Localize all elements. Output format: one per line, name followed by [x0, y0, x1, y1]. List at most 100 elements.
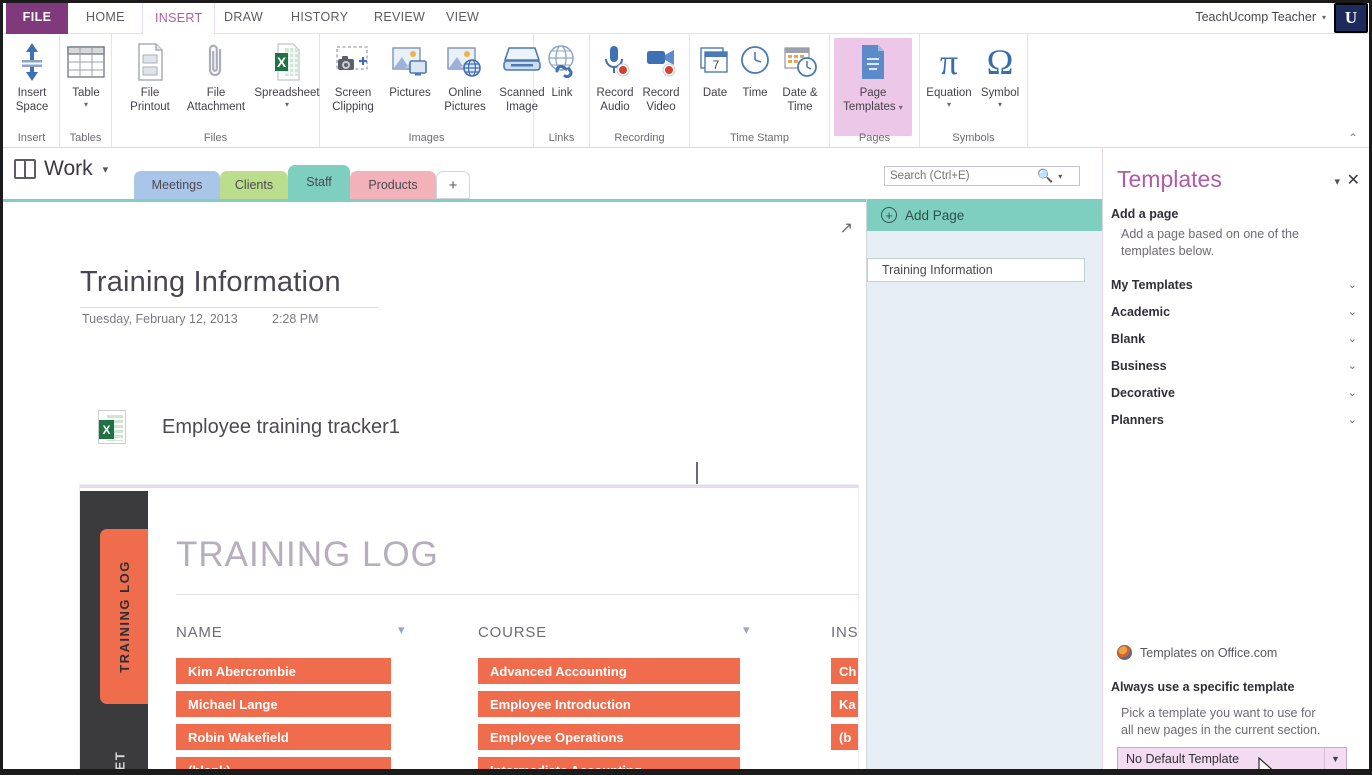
chevron-down-icon[interactable]: ▾: [947, 100, 951, 109]
ribbon-group-label-insert: Insert: [4, 132, 59, 144]
template-category-planners[interactable]: Planners ⌄: [1111, 406, 1357, 433]
table-label: Table: [72, 87, 100, 100]
date-button[interactable]: 7 Date: [694, 38, 736, 100]
template-category-my-templates[interactable]: My Templates ⌄: [1111, 271, 1357, 298]
section-tab-meetings[interactable]: Meetings: [134, 171, 220, 199]
table-cell: Kim Abercrombie: [176, 658, 391, 684]
search-input[interactable]: [885, 170, 1035, 182]
tab-file[interactable]: FILE: [6, 0, 68, 34]
close-icon[interactable]: ✕: [1347, 170, 1360, 190]
attachment-row[interactable]: X Employee training tracker1: [98, 410, 400, 444]
page-time[interactable]: 2:28 PM: [272, 312, 319, 326]
filter-icon[interactable]: ▾: [398, 622, 405, 638]
record-audio-label-1: Record: [596, 87, 633, 100]
date-and-time-label-2: Time: [787, 101, 812, 114]
user-avatar[interactable]: U: [1334, 3, 1368, 33]
search-box[interactable]: 🔍 ▾: [884, 166, 1080, 186]
date-and-time-label-1: Date &: [782, 87, 817, 100]
account-menu[interactable]: TeachUcomp Teacher ▾: [1195, 0, 1326, 34]
chevron-down-icon[interactable]: ▾: [1334, 175, 1340, 188]
chevron-down-icon[interactable]: ▾: [899, 103, 903, 112]
table-cell: Ka: [831, 691, 858, 717]
chevron-down-icon[interactable]: ▾: [84, 100, 88, 109]
equation-icon: π: [940, 38, 958, 86]
screen-clipping-label-2: Clipping: [332, 101, 374, 114]
template-category-label: Decorative: [1111, 386, 1175, 400]
chevron-down-icon[interactable]: ▾: [285, 100, 289, 109]
page-list-pane: + Add Page Training Information: [866, 199, 1102, 775]
chevron-down-icon: ⌄: [1348, 332, 1357, 345]
ribbon-group-files: File Printout File Attachment: [112, 34, 320, 148]
template-category-blank[interactable]: Blank ⌄: [1111, 325, 1357, 352]
ribbon-group-recording: Record Audio Record Video R: [590, 34, 690, 148]
template-category-decorative[interactable]: Decorative ⌄: [1111, 379, 1357, 406]
spreadsheet-title: TRAINING LOG: [176, 535, 439, 575]
tab-history[interactable]: HISTORY: [279, 0, 360, 34]
search-icon[interactable]: 🔍: [1037, 168, 1053, 184]
section-tab-products[interactable]: Products: [350, 171, 436, 199]
tab-view[interactable]: VIEW: [434, 0, 491, 34]
page-canvas[interactable]: ↗ Training Information Tuesday, February…: [0, 202, 866, 775]
tab-insert[interactable]: INSERT: [142, 0, 215, 35]
time-button[interactable]: Time: [734, 38, 776, 100]
online-pictures-label-1: Online: [448, 87, 481, 100]
tab-home[interactable]: HOME: [74, 0, 137, 34]
screen-clipping-button[interactable]: Screen Clipping: [324, 38, 382, 114]
equation-glyph: π: [940, 41, 958, 83]
record-audio-button[interactable]: Record Audio: [592, 38, 638, 114]
tab-review[interactable]: REVIEW: [362, 0, 437, 34]
notebook-name: Work: [44, 157, 93, 181]
section-tab-clients[interactable]: Clients: [220, 171, 288, 199]
page-date[interactable]: Tuesday, February 12, 2013: [82, 312, 238, 326]
table-icon: [66, 38, 106, 86]
add-page-button[interactable]: + Add Page: [867, 199, 1103, 231]
tab-draw[interactable]: DRAW: [212, 0, 275, 34]
link-button[interactable]: Link: [538, 38, 586, 100]
table-button[interactable]: Table ▾: [62, 38, 110, 109]
templates-on-office-link[interactable]: Templates on Office.com: [1117, 645, 1277, 660]
template-category-label: Blank: [1111, 332, 1145, 346]
file-attachment-icon: [204, 38, 228, 86]
section-tab-staff[interactable]: Staff: [288, 165, 350, 199]
attachment-label[interactable]: Employee training tracker1: [162, 416, 400, 439]
add-section-button[interactable]: +: [436, 171, 470, 199]
notebook-selector[interactable]: Work ▾: [14, 157, 108, 181]
record-video-button[interactable]: Record Video: [638, 38, 684, 114]
expand-arrow-icon[interactable]: ↗: [840, 218, 853, 238]
pictures-button[interactable]: Pictures: [382, 38, 438, 100]
file-attachment-button[interactable]: File Attachment: [176, 38, 256, 114]
online-pictures-button[interactable]: Online Pictures: [438, 38, 492, 114]
chevron-down-icon[interactable]: ▼: [1324, 748, 1346, 769]
collapse-ribbon-button[interactable]: ⌃: [1348, 131, 1358, 145]
template-category-business[interactable]: Business ⌄: [1111, 352, 1357, 379]
symbol-button[interactable]: Ω Symbol ▾: [976, 38, 1024, 109]
screen-clipping-label-1: Screen: [335, 87, 371, 100]
column-header-course: COURSE: [478, 624, 547, 641]
svg-text:7: 7: [713, 58, 720, 72]
spreadsheet-preview[interactable]: TRAINING LOG ET TRAINING LOG NAME ▾ COUR…: [80, 485, 858, 775]
default-template-dropdown[interactable]: No Default Template ▼: [1117, 747, 1347, 770]
spreadsheet-sheet-tab-active[interactable]: TRAINING LOG: [100, 529, 148, 704]
template-category-academic[interactable]: Academic ⌄: [1111, 298, 1357, 325]
filter-icon[interactable]: ▾: [743, 622, 750, 638]
chevron-down-icon[interactable]: ▾: [998, 100, 1002, 109]
page-title[interactable]: Training Information: [80, 266, 341, 299]
spreadsheet-button[interactable]: X Spreadsheet ▾: [258, 38, 316, 109]
ribbon-group-images: Screen Clipping Picture: [320, 34, 534, 148]
spreadsheet-label: Spreadsheet: [254, 87, 319, 100]
svg-text:X: X: [277, 54, 287, 70]
spreadsheet-sheet-tab-2[interactable]: ET: [112, 751, 127, 771]
page-templates-button[interactable]: Page Templates ▾: [834, 38, 912, 136]
page-list-item-training-information[interactable]: Training Information: [867, 258, 1085, 282]
record-audio-icon: [598, 38, 632, 86]
equation-button[interactable]: π Equation ▾: [922, 38, 976, 109]
file-printout-button[interactable]: File Printout: [120, 38, 180, 114]
ribbon-group-time-stamp: 7 Date Time: [690, 34, 830, 148]
insert-space-button[interactable]: Insert Space: [8, 38, 56, 114]
pictures-icon: [390, 38, 430, 86]
chevron-down-icon[interactable]: ▾: [103, 163, 109, 176]
chevron-down-icon[interactable]: ▾: [1058, 172, 1062, 181]
date-and-time-button[interactable]: Date & Time: [776, 38, 824, 114]
table-cell: Employee Introduction: [478, 691, 740, 717]
ribbon-group-label-tables: Tables: [60, 132, 111, 144]
